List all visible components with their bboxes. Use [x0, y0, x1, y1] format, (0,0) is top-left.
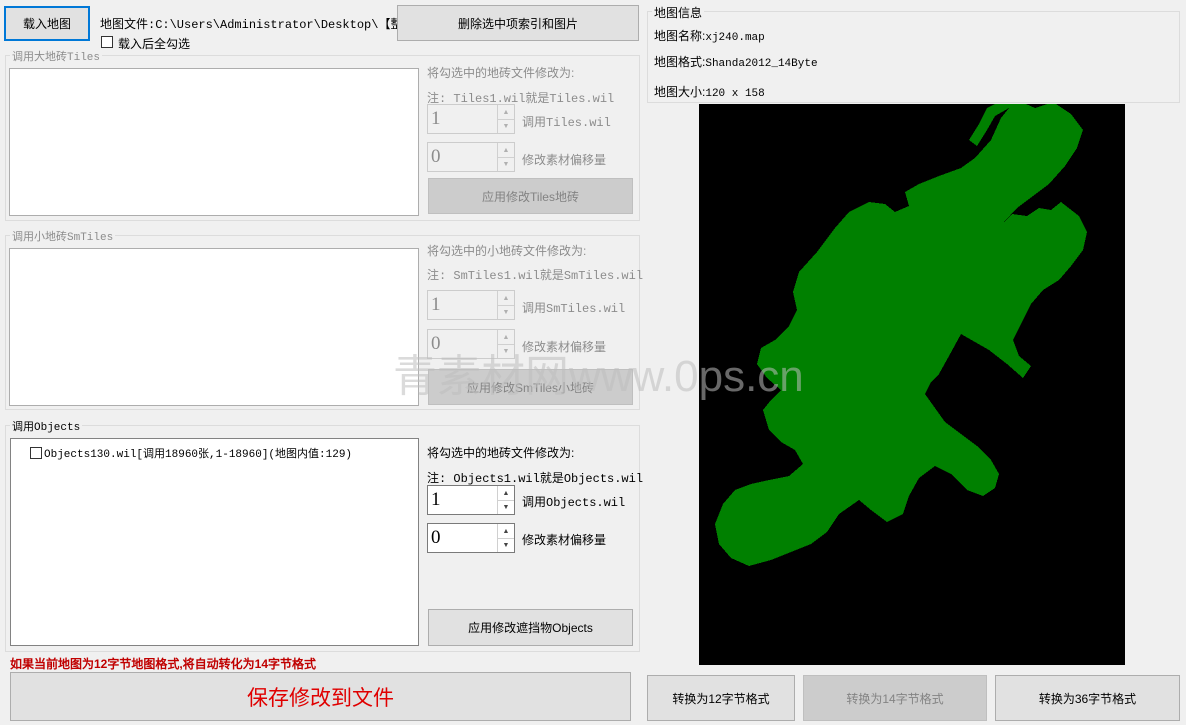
stepper-up-icon[interactable]: ▲ — [498, 291, 514, 306]
tiles-offset-label: 修改素材偏移量 — [522, 153, 607, 167]
list-item-label: Objects130.wil[调用18960张,1-18960](地图内值:12… — [44, 449, 353, 461]
save-to-file-button[interactable]: 保存修改到文件 — [10, 672, 631, 721]
tiles-index-label: 调用Tiles.wil — [522, 116, 611, 130]
tiles-index-value: 1 — [431, 108, 441, 129]
stepper-up-icon[interactable]: ▲ — [498, 105, 514, 120]
stepper-up-icon[interactable]: ▲ — [498, 486, 514, 501]
map-format-label: 地图格式: — [654, 55, 706, 69]
map-walkable-shape — [715, 104, 1087, 566]
smtiles-modify-label: 将勾选中的小地砖文件修改为: — [427, 244, 587, 258]
stepper-down-icon[interactable]: ▼ — [498, 538, 514, 552]
smtiles-note: 注: SmTiles1.wil就是SmTiles.wil — [427, 269, 644, 283]
stepper-up-icon[interactable]: ▲ — [498, 330, 514, 345]
map-format-row: 地图格式:Shanda2012_14Byte — [654, 53, 818, 70]
objects-offset-label: 修改素材偏移量 — [522, 533, 607, 547]
objects-group-title: 调用Objects — [10, 418, 83, 434]
format-warning: 如果当前地图为12字节地图格式,将自动转化为14字节格式 — [10, 657, 317, 671]
stepper-down-icon[interactable]: ▼ — [498, 344, 514, 358]
map-size-row: 地图大小:120 x 158 — [654, 83, 765, 100]
objects-index-stepper[interactable]: 1 ▲ ▼ — [427, 485, 515, 515]
smtiles-index-value: 1 — [431, 294, 441, 315]
smtiles-offset-stepper[interactable]: 0 ▲ ▼ — [427, 329, 515, 359]
stepper-up-icon[interactable]: ▲ — [498, 143, 514, 158]
stepper-up-icon[interactable]: ▲ — [498, 524, 514, 539]
objects-list[interactable]: Objects130.wil[调用18960张,1-18960](地图内值:12… — [10, 438, 419, 646]
convert-14byte-button[interactable]: 转换为14字节格式 — [803, 675, 987, 721]
apply-objects-button[interactable]: 应用修改遮挡物Objects — [428, 609, 633, 646]
smtiles-offset-label: 修改素材偏移量 — [522, 340, 607, 354]
delete-selected-button[interactable]: 删除选中项索引和图片 — [397, 5, 639, 41]
map-size-label: 地图大小: — [654, 85, 706, 99]
load-map-button[interactable]: 载入地图 — [4, 6, 90, 41]
tiles-offset-value: 0 — [431, 146, 441, 167]
map-preview[interactable] — [699, 104, 1125, 665]
map-name-value: xj240.map — [705, 32, 765, 44]
list-item[interactable]: Objects130.wil[调用18960张,1-18960](地图内值:12… — [30, 445, 352, 461]
smtiles-list[interactable] — [9, 248, 419, 406]
map-info-title: 地图信息 — [652, 4, 705, 21]
map-format-value: Shanda2012_14Byte — [705, 58, 818, 70]
map-size-value: 120 x 158 — [705, 88, 765, 100]
tiles-index-stepper[interactable]: 1 ▲ ▼ — [427, 104, 515, 134]
convert-36byte-button[interactable]: 转换为36字节格式 — [995, 675, 1180, 721]
objects-modify-label: 将勾选中的地砖文件修改为: — [427, 446, 575, 460]
smtiles-group-title: 调用小地砖SmTiles — [10, 228, 116, 244]
tiles-offset-stepper[interactable]: 0 ▲ ▼ — [427, 142, 515, 172]
list-item-checkbox[interactable] — [30, 447, 42, 459]
convert-12byte-button[interactable]: 转换为12字节格式 — [647, 675, 795, 721]
tiles-modify-label: 将勾选中的地砖文件修改为: — [427, 66, 575, 80]
smtiles-offset-value: 0 — [431, 333, 441, 354]
map-name-label: 地图名称: — [654, 29, 706, 43]
smtiles-index-label: 调用SmTiles.wil — [522, 302, 626, 316]
stepper-down-icon[interactable]: ▼ — [498, 305, 514, 319]
objects-index-value: 1 — [431, 489, 441, 510]
select-all-label: 载入后全勾选 — [118, 37, 191, 51]
stepper-down-icon[interactable]: ▼ — [498, 119, 514, 133]
stepper-down-icon[interactable]: ▼ — [498, 157, 514, 171]
stepper-down-icon[interactable]: ▼ — [498, 500, 514, 514]
objects-offset-value: 0 — [431, 527, 441, 548]
objects-offset-stepper[interactable]: 0 ▲ ▼ — [427, 523, 515, 553]
objects-note: 注: Objects1.wil就是Objects.wil — [427, 472, 644, 486]
apply-smtiles-button[interactable]: 应用修改SmTiles小地砖 — [428, 369, 633, 405]
select-all-checkbox[interactable] — [101, 36, 113, 48]
map-file-path: 地图文件:C:\Users\Administrator\Desktop\【整理9… — [100, 18, 441, 32]
apply-tiles-button[interactable]: 应用修改Tiles地砖 — [428, 178, 633, 214]
smtiles-index-stepper[interactable]: 1 ▲ ▼ — [427, 290, 515, 320]
objects-index-label: 调用Objects.wil — [522, 496, 626, 510]
tiles-group-title: 调用大地砖Tiles — [10, 48, 103, 64]
tiles-list[interactable] — [9, 68, 419, 216]
map-name-row: 地图名称:xj240.map — [654, 27, 765, 44]
